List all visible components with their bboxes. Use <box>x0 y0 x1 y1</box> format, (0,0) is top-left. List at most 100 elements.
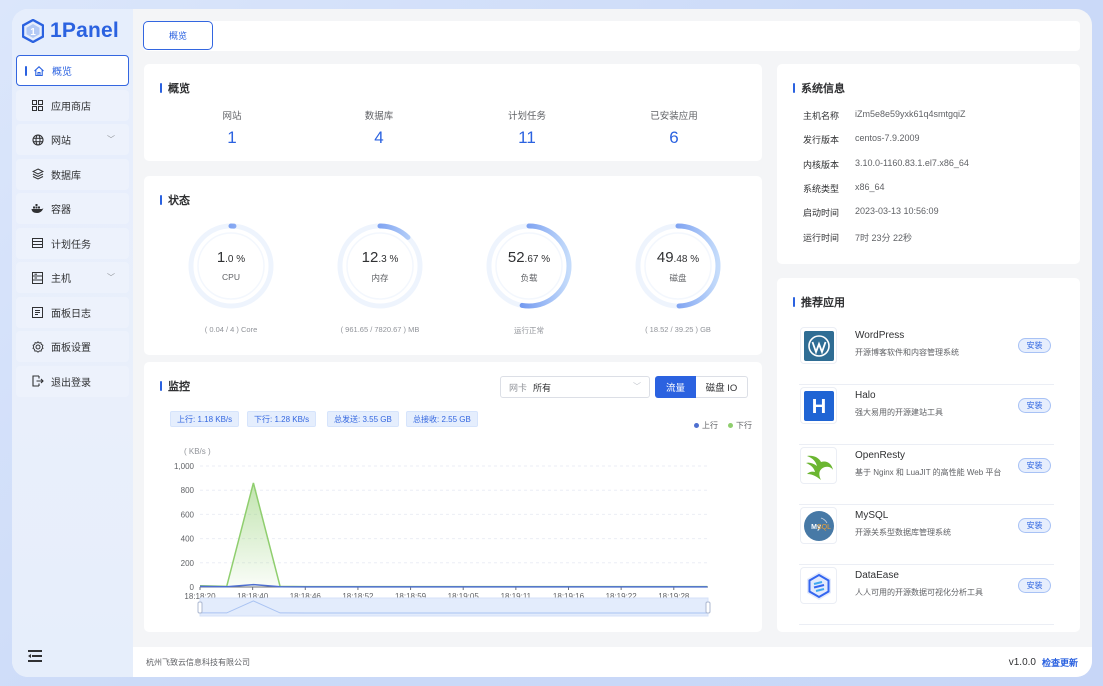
gauge-footer: ( 18.52 / 39.25 ) GB <box>645 325 711 334</box>
datazoom-preview <box>199 600 708 614</box>
sidebar-item-logout[interactable]: 退出登录 <box>16 365 129 397</box>
check-update-link[interactable]: 检查更新 <box>1042 656 1078 669</box>
globe-icon <box>31 133 44 146</box>
sidebar-item-panel-log[interactable]: 面板日志 <box>16 296 129 328</box>
y-tick-label: 0 <box>190 583 195 592</box>
legend-swatch-download <box>728 423 733 428</box>
x-tick-label: 18:19:28 <box>658 592 690 601</box>
chart-legend: 上行 下行 <box>694 420 752 431</box>
gauge-value: 12.3 % <box>361 249 399 266</box>
sidebar-item-cronjob[interactable]: 计划任务 <box>16 227 129 259</box>
nic-select-value: 所有 <box>533 382 552 393</box>
collapse-menu-icon[interactable] <box>28 649 44 662</box>
sidebar-item-label: 应用商店 <box>51 101 91 113</box>
monitor-card: 监控 上行: 1.18 KB/s 下行: 1.28 KB/s 总发送: 3.55… <box>144 362 762 632</box>
grid-icon <box>31 99 44 112</box>
overview-count: 6 <box>669 128 679 147</box>
x-tick-label: 18:18:20 <box>184 592 216 601</box>
overview-count: 4 <box>374 128 384 147</box>
active-indicator <box>25 65 27 76</box>
gauge-disk: 49.48 % 磁盘 <box>633 221 723 311</box>
sysinfo-row: 发行版本 centos-7.9.2009 <box>803 133 920 146</box>
app-name[interactable]: MySQL <box>855 510 888 521</box>
sysinfo-row: 系统类型 x86_64 <box>803 182 885 195</box>
openresty-icon[interactable] <box>800 447 837 484</box>
legend-label-upload[interactable]: 上行 <box>702 420 718 431</box>
mysql-icon[interactable]: My SQL <box>800 507 837 544</box>
sidebar-item-host[interactable]: 主机 ﹀ <box>16 262 129 293</box>
legend-swatch-upload <box>694 423 699 428</box>
app-item-dataease: DataEase 人人可用的开源数据可视化分析工具 安装 <box>799 565 1054 625</box>
gauge-label: 内存 <box>371 273 389 283</box>
series-line-1 <box>199 482 708 588</box>
app-name[interactable]: OpenResty <box>855 450 905 461</box>
sidebar-item-overview[interactable]: 概览 <box>16 55 129 86</box>
sidebar-item-label: 数据库 <box>51 170 81 182</box>
brand-name: 1Panel <box>50 19 119 42</box>
legend-label-download[interactable]: 下行 <box>736 420 752 431</box>
total-sent-tag: 总发送: 3.55 GB <box>327 411 399 427</box>
overview-installed-apps[interactable]: 已安装应用 6 <box>624 108 724 148</box>
sidebar-item-panel-settings[interactable]: 面板设置 <box>16 331 129 362</box>
sysinfo-row: 启动时间 2023-03-13 10:56:09 <box>803 206 939 219</box>
system-info-card: 系统信息 主机名称 iZm5e8e59yxk61q4smtgqiZ 发行版本 cent… <box>777 64 1080 264</box>
y-tick-label: 600 <box>181 510 195 519</box>
network-chart: ( KB/s ) 0 200 400 600 800 1,000 18:18:20 18:18:… <box>174 447 711 617</box>
tab-overview[interactable]: 概览 <box>143 21 213 50</box>
install-button[interactable]: 安装 <box>1018 578 1051 593</box>
x-tick-label: 18:18:46 <box>290 592 322 601</box>
overview-count: 11 <box>518 128 536 147</box>
upload-rate-tag: 上行: 1.18 KB/s <box>170 411 240 427</box>
overview-websites[interactable]: 网站 1 <box>182 108 282 148</box>
gauge-footer: ( 0.04 / 4 ) Core <box>204 325 258 334</box>
recommended-apps-card: 推荐应用 WordPress 开源博客软件和内容管理系统 安装 H Halo 强大易用的开… <box>777 278 1080 632</box>
app-name[interactable]: WordPress <box>855 330 904 341</box>
database-icon <box>31 168 44 181</box>
main-content: 概览 概览 网站 1 数据库 4 计划任务 11 已安装应用 6 状态 1.0 … <box>133 9 1092 677</box>
halo-icon[interactable]: H <box>800 387 837 424</box>
app-description: 基于 Nginx 和 LuaJIT 的高性能 Web 平台 <box>855 468 1002 477</box>
sidebar-item-app-store[interactable]: 应用商店 <box>16 89 129 121</box>
app-window: 1 1Panel 概览 应用商店 网站 ﹀ 数据库 容器 计划任务 主机 ﹀ 面… <box>12 9 1092 677</box>
wordpress-icon[interactable] <box>800 327 837 364</box>
gauge-label: CPU <box>222 272 240 282</box>
y-tick-label: 1,000 <box>174 462 195 471</box>
install-button[interactable]: 安装 <box>1018 398 1051 413</box>
sidebar-item-label: 容器 <box>51 205 71 216</box>
server-icon <box>31 271 44 284</box>
sysinfo-value: 2023-03-13 10:56:09 <box>855 206 939 217</box>
status-card: 状态 1.0 % CPU ( 0.04 / 4 ) Core 12.3 % 内存 ( 96… <box>144 176 762 355</box>
gauge-footer: 运行正常 <box>514 326 544 335</box>
sysinfo-value: centos-7.9.2009 <box>855 133 920 144</box>
x-tick-label: 18:18:40 <box>237 592 269 601</box>
monitor-type-toggle: 流量 磁盘 IO <box>655 376 748 398</box>
svg-text:1: 1 <box>30 27 36 38</box>
disk-io-tab[interactable]: 磁盘 IO <box>696 376 748 398</box>
sidebar-item-container[interactable]: 容器 <box>16 193 129 224</box>
y-tick-label: 200 <box>181 559 195 568</box>
overview-databases[interactable]: 数据库 4 <box>329 108 429 148</box>
app-item-halo: H Halo 强大易用的开源建站工具 安装 <box>799 385 1054 445</box>
install-button[interactable]: 安装 <box>1018 518 1051 533</box>
docker-icon <box>31 202 44 215</box>
logo[interactable]: 1 1Panel <box>12 9 133 53</box>
sidebar-item-website[interactable]: 网站 ﹀ <box>16 124 129 155</box>
dataease-icon[interactable] <box>800 567 837 604</box>
app-name[interactable]: DataEase <box>855 570 899 581</box>
gear-icon <box>31 340 44 353</box>
x-tick-label: 18:18:52 <box>342 592 374 601</box>
install-button[interactable]: 安装 <box>1018 458 1051 473</box>
sidebar-menu: 概览 应用商店 网站 ﹀ 数据库 容器 计划任务 主机 ﹀ 面板日志 面板设置 … <box>12 55 133 397</box>
sidebar-item-label: 面板设置 <box>51 343 91 354</box>
install-button[interactable]: 安装 <box>1018 338 1051 353</box>
nic-select[interactable]: 网卡 所有 ﹀ <box>500 376 650 398</box>
y-axis-label: ( KB/s ) <box>184 447 211 456</box>
app-name[interactable]: Halo <box>855 390 876 401</box>
overview-cronjobs[interactable]: 计划任务 11 <box>477 108 577 148</box>
x-tick-label: 18:19:05 <box>448 592 480 601</box>
footer: 杭州飞致云信息科技有限公司 v1.0.0 检查更新 <box>133 647 1092 677</box>
gauge-value: 52.67 % <box>507 249 551 266</box>
sidebar-item-database[interactable]: 数据库 <box>16 158 129 190</box>
traffic-tab[interactable]: 流量 <box>655 376 696 398</box>
chevron-down-icon: ﹀ <box>107 135 115 144</box>
